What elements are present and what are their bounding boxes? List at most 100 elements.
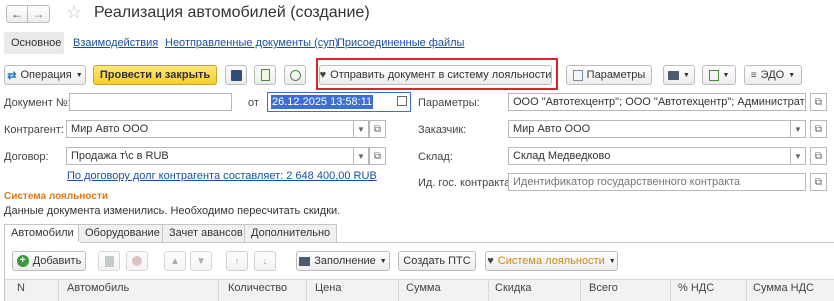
- date-from-label: от: [248, 97, 259, 109]
- col-car[interactable]: Автомобиль: [67, 282, 129, 294]
- copy-icon: [104, 255, 114, 267]
- customer-label: Заказчик:: [418, 124, 467, 136]
- col-quantity[interactable]: Количество: [228, 282, 287, 294]
- customer-open-button[interactable]: ⧉: [810, 120, 827, 138]
- post-and-close-button[interactable]: Провести и закрыть: [93, 65, 217, 85]
- delete-icon: [132, 256, 142, 266]
- save-icon: [230, 69, 242, 81]
- warehouse-label: Склад:: [418, 151, 453, 163]
- print-button[interactable]: ▼: [663, 65, 695, 85]
- copy-row-button[interactable]: [98, 251, 120, 271]
- params-open-button[interactable]: ⧉: [810, 93, 827, 111]
- edo-button[interactable]: ≡ ЭДО ▼: [744, 65, 802, 85]
- date-field[interactable]: 26.12.2025 13:58:11: [267, 92, 411, 112]
- heart-icon: ♥: [487, 255, 494, 267]
- forward-button[interactable]: →: [28, 5, 50, 23]
- fill-button[interactable]: Заполнение ▼: [296, 251, 390, 271]
- warehouse-open-button[interactable]: ⧉: [810, 147, 827, 165]
- parameters-button[interactable]: Параметры: [566, 65, 652, 85]
- contract-field[interactable]: Продажа т\с в RUB: [66, 147, 354, 165]
- save-button[interactable]: [225, 65, 247, 85]
- create-based-on-button[interactable]: ▼: [702, 65, 736, 85]
- arrow-left-icon: ←: [11, 7, 23, 21]
- favorite-star-icon[interactable]: ☆: [66, 2, 82, 23]
- gov-contract-open-button[interactable]: ⧉: [810, 173, 827, 191]
- contractor-label: Контрагент:: [4, 124, 64, 136]
- edo-icon: ≡: [750, 69, 757, 81]
- add-row-button[interactable]: + Добавить: [12, 251, 86, 271]
- loyalty-section-title: Система лояльности: [4, 191, 109, 202]
- customer-field[interactable]: Мир Авто ООО: [508, 120, 791, 138]
- date-value: 26.12.2025 13:58:11: [271, 95, 374, 109]
- contractor-open-button[interactable]: ⧉: [369, 120, 386, 138]
- chevron-down-icon: ▼: [722, 71, 730, 79]
- calendar-icon[interactable]: [397, 96, 407, 106]
- loyalty-system-button[interactable]: ♥ Система лояльности ▼: [485, 251, 618, 271]
- chevron-down-icon: ▼: [608, 257, 616, 265]
- warehouse-dropdown-button[interactable]: ▼: [791, 147, 806, 165]
- sort-descending-icon: ↓: [262, 256, 268, 266]
- move-up-button[interactable]: ▲: [164, 251, 186, 271]
- contract-debt-link[interactable]: По договору долг контрагента составляет:…: [67, 170, 377, 182]
- structure-icon: [289, 69, 301, 81]
- tab-advance-offset[interactable]: Зачет авансов: [162, 224, 250, 242]
- col-vat-sum[interactable]: Сумма НДС: [753, 282, 814, 294]
- sort-asc-button[interactable]: ↑: [226, 251, 248, 271]
- arrow-right-icon: →: [32, 7, 45, 21]
- page-title: Реализация автомобилей (создание): [94, 4, 370, 21]
- loyalty-message: Данные документа изменились. Необходимо …: [4, 205, 341, 217]
- col-sep: [218, 280, 219, 301]
- col-sep: [398, 280, 399, 301]
- doc-number-label: Документ №:: [4, 97, 71, 109]
- create-pts-button[interactable]: Создать ПТС: [398, 251, 476, 271]
- customer-dropdown-button[interactable]: ▼: [791, 120, 806, 138]
- back-button[interactable]: ←: [6, 5, 28, 23]
- delete-row-button[interactable]: [126, 251, 148, 271]
- col-sep: [580, 280, 581, 301]
- gov-contract-label: Ид. гос. контракта:: [418, 177, 514, 189]
- col-total[interactable]: Всего: [589, 282, 618, 294]
- chevron-down-icon: ▼: [379, 257, 387, 265]
- warehouse-field[interactable]: Склад Медведково: [508, 147, 791, 165]
- post-document-icon: [260, 69, 270, 81]
- tab-main-label: Основное: [11, 37, 62, 49]
- structure-button[interactable]: [284, 65, 306, 85]
- operation-button[interactable]: ⇄ Операция ▼: [4, 65, 86, 85]
- contract-open-button[interactable]: ⧉: [369, 147, 386, 165]
- parameters-icon: [572, 69, 583, 81]
- gov-contract-field[interactable]: [508, 173, 806, 191]
- arrow-down-icon: ▼: [196, 255, 206, 267]
- move-down-button[interactable]: ▼: [190, 251, 212, 271]
- plus-circle-icon: +: [16, 255, 29, 267]
- send-to-loyalty-button[interactable]: ♥ Отправить документ в систему лояльност…: [319, 65, 552, 85]
- arrow-up-icon: ▲: [170, 255, 180, 267]
- create-based-icon: [708, 69, 719, 81]
- contractor-dropdown-button[interactable]: ▼: [354, 120, 369, 138]
- contractor-field[interactable]: Мир Авто ООО: [66, 120, 354, 138]
- chevron-down-icon: ▼: [788, 71, 796, 79]
- heart-icon: ♥: [319, 69, 327, 81]
- contract-label: Договор:: [4, 151, 49, 163]
- post-button[interactable]: [254, 65, 276, 85]
- tab-interactions[interactable]: Взаимодействия: [73, 37, 158, 49]
- col-discount[interactable]: Скидка: [495, 282, 532, 294]
- contract-dropdown-button[interactable]: ▼: [354, 147, 369, 165]
- col-price[interactable]: Цена: [315, 282, 341, 294]
- params-label: Параметры:: [418, 97, 480, 109]
- col-sep: [670, 280, 671, 301]
- tab-equipment[interactable]: Оборудование: [78, 224, 167, 242]
- doc-number-field[interactable]: [69, 93, 232, 111]
- col-sep: [488, 280, 489, 301]
- chevron-down-icon: ▼: [683, 71, 690, 79]
- col-n[interactable]: N: [17, 282, 25, 294]
- sort-desc-button[interactable]: ↓: [254, 251, 276, 271]
- col-sep: [306, 280, 307, 301]
- col-sum[interactable]: Сумма: [406, 282, 441, 294]
- params-field[interactable]: ООО "Автотехцентр"; ООО "Автотехцентр"; …: [508, 93, 806, 111]
- tab-additional[interactable]: Дополнительно: [244, 224, 338, 242]
- col-vat-percent[interactable]: % НДС: [678, 282, 714, 294]
- chevron-down-icon: ▼: [75, 71, 83, 79]
- tab-cars[interactable]: Автомобили: [4, 224, 81, 243]
- tab-unsent-docs[interactable]: Неотправленные документы (суп): [165, 37, 338, 49]
- tab-attached-files[interactable]: Присоединенные файлы: [337, 37, 464, 49]
